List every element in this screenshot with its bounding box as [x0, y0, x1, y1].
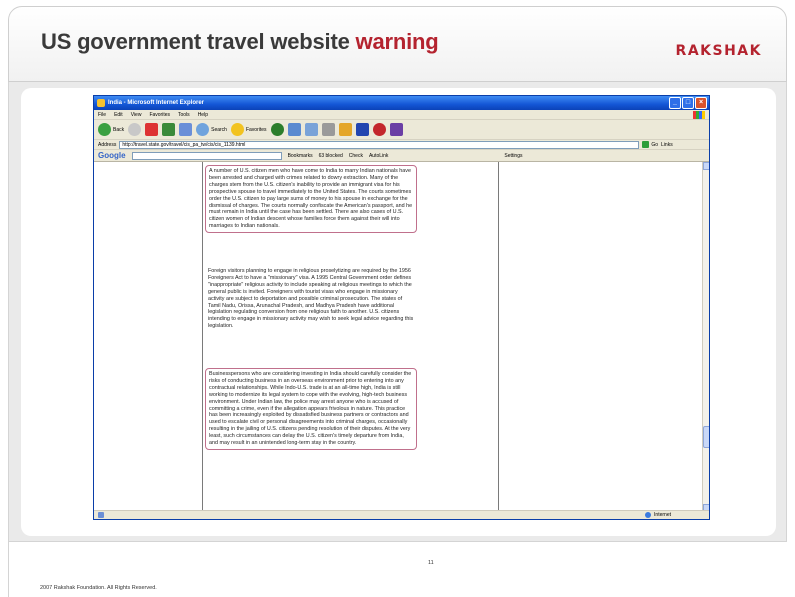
messenger-icon[interactable]: [372, 123, 386, 136]
menu-help[interactable]: Help: [198, 112, 208, 118]
google-popup-blocked[interactable]: 63 blocked: [319, 153, 343, 159]
menu-favorites[interactable]: Favorites: [149, 112, 170, 118]
close-button[interactable]: ×: [695, 97, 707, 109]
maximize-button[interactable]: □: [682, 97, 694, 109]
print-icon[interactable]: [321, 123, 335, 136]
window-controls: _ □ ×: [669, 97, 707, 109]
scroll-thumb[interactable]: [703, 426, 709, 448]
ie-icon: [97, 99, 105, 107]
windows-logo-icon: [693, 111, 705, 119]
slide-title-main: US government travel website: [41, 29, 350, 54]
status-bar: Internet: [94, 510, 709, 519]
google-bookmarks[interactable]: Bookmarks: [288, 153, 313, 159]
media-icon[interactable]: [270, 123, 284, 136]
vertical-scrollbar[interactable]: [702, 162, 709, 512]
column-divider-right: [498, 162, 499, 512]
go-button[interactable]: Go: [642, 141, 658, 148]
google-autolink[interactable]: AutoLink: [369, 153, 388, 159]
address-bar: Address http://travel.state.gov/travel/c…: [94, 140, 709, 150]
business-paragraph: Businesspersons who are considering inve…: [205, 368, 417, 450]
address-input[interactable]: http://travel.state.gov/travel/cis_pa_tw…: [119, 140, 640, 149]
page-number: 11: [428, 560, 434, 566]
menu-tools[interactable]: Tools: [178, 112, 190, 118]
dowry-paragraph: A number of U.S. citizen men who have co…: [205, 165, 417, 234]
google-search-input[interactable]: [131, 151, 282, 160]
missionary-paragraph: Foreign visitors planning to engage in r…: [208, 268, 414, 330]
menu-edit[interactable]: Edit: [114, 112, 123, 118]
browser-titlebar: India - Microsoft Internet Explorer _ □ …: [94, 96, 709, 110]
extension-icon[interactable]: [355, 123, 369, 136]
star-icon: [230, 123, 244, 136]
search-icon: [196, 123, 210, 136]
google-toolbar: Google Bookmarks 63 blocked Check AutoLi…: [94, 150, 709, 162]
home-icon[interactable]: [179, 123, 193, 136]
address-label: Address: [98, 141, 117, 148]
back-icon: [98, 123, 111, 136]
page-status-icon: [98, 512, 104, 518]
history-icon[interactable]: [287, 123, 301, 136]
brand-logo: RAKSHAK: [675, 43, 762, 59]
copyright-footer: 2007 Rakshak Foundation. All Rights Rese…: [40, 585, 157, 591]
slide: US government travel website warning RAK…: [0, 0, 795, 597]
edit-icon[interactable]: [338, 123, 352, 136]
page-viewport: A number of U.S. citizen men who have co…: [94, 162, 709, 512]
footer-rule: [8, 542, 9, 597]
minimize-button[interactable]: _: [669, 97, 681, 109]
toolbar: Back Search Favorites: [94, 120, 709, 140]
column-divider-left: [202, 162, 203, 512]
back-button[interactable]: Back: [98, 123, 124, 136]
menu-file[interactable]: File: [98, 112, 106, 118]
stop-icon[interactable]: [145, 123, 159, 136]
go-arrow-icon: [642, 141, 650, 148]
status-zone: Internet: [654, 512, 671, 518]
scroll-up-button[interactable]: [703, 162, 709, 170]
menu-view[interactable]: View: [131, 112, 142, 118]
search-button[interactable]: Search: [196, 123, 227, 136]
forward-icon[interactable]: [128, 123, 142, 136]
slide-title-highlight: warning: [355, 29, 439, 54]
research-icon[interactable]: [389, 123, 403, 136]
links-label[interactable]: Links: [661, 142, 673, 148]
internet-zone-icon: [645, 512, 652, 518]
browser-window: India - Microsoft Internet Explorer _ □ …: [93, 95, 710, 520]
google-check[interactable]: Check: [349, 153, 363, 159]
favorites-button[interactable]: Favorites: [230, 123, 267, 136]
window-title: India - Microsoft Internet Explorer: [108, 100, 205, 106]
refresh-icon[interactable]: [162, 123, 176, 136]
google-logo: Google: [98, 151, 126, 160]
menu-bar: File Edit View Favorites Tools Help: [94, 110, 709, 120]
mail-icon[interactable]: [304, 123, 318, 136]
slide-header: US government travel website warning RAK…: [8, 6, 787, 82]
google-settings[interactable]: Settings: [504, 153, 522, 159]
slide-title: US government travel website warning: [41, 29, 439, 55]
